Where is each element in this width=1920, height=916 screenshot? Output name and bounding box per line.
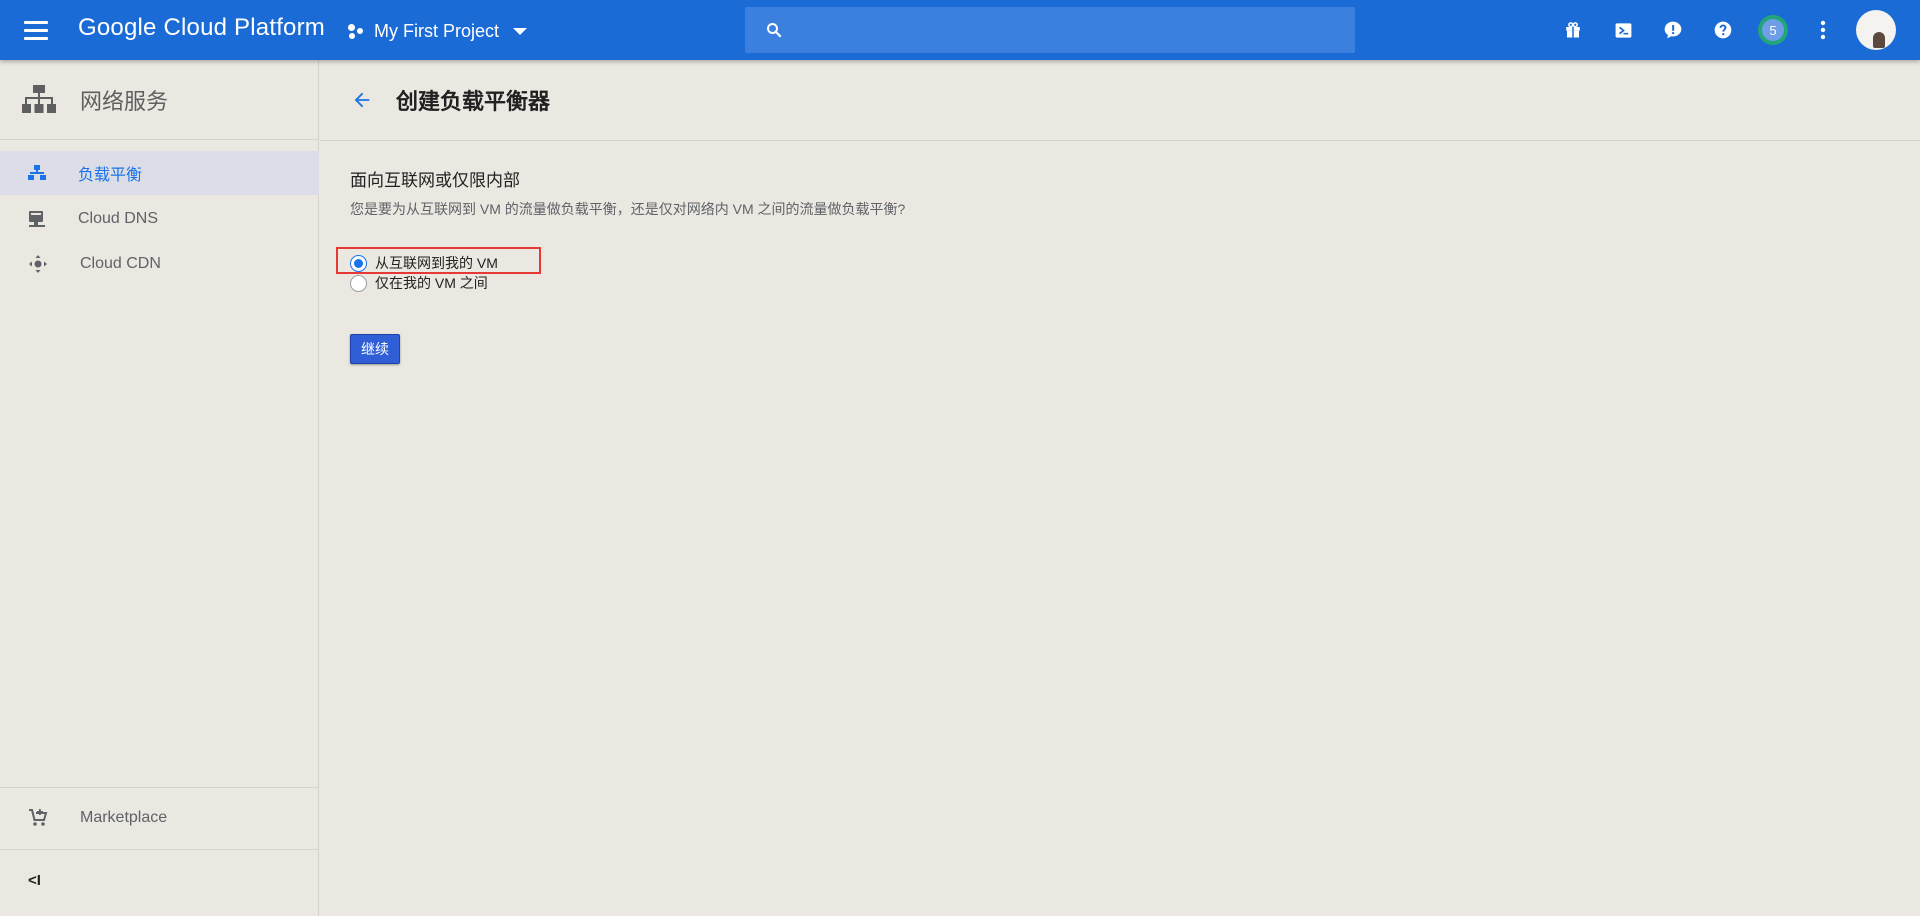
section-heading: 面向互联网或仅限内部 — [350, 171, 520, 190]
sidebar-item-label: Marketplace — [80, 809, 168, 826]
lb-type-section: 面向互联网或仅限内部 您是要为从互联网到 VM 的流量做负载平衡，还是仅对网络内… — [350, 166, 910, 219]
network-services-icon — [22, 84, 56, 113]
radio-label: 从互联网到我的 VM — [375, 255, 498, 271]
feedback-icon[interactable] — [1648, 0, 1698, 60]
notification-count: 5 — [1762, 19, 1784, 41]
search-icon — [767, 23, 782, 38]
radio-button-unchecked[interactable] — [350, 274, 367, 292]
sidebar-item-marketplace[interactable]: Marketplace — [0, 796, 319, 840]
project-name: My First Project — [374, 20, 500, 41]
radio-button-checked[interactable] — [350, 254, 367, 272]
project-icon — [346, 21, 366, 41]
menu-icon[interactable] — [24, 16, 52, 44]
more-vert-icon[interactable] — [1798, 0, 1848, 60]
radio-internet-to-vm[interactable]: 从互联网到我的 VM — [350, 253, 498, 273]
sidebar-item-label: Cloud CDN — [80, 255, 161, 272]
page-header: 创建负载平衡器 — [320, 60, 1920, 141]
top-app-bar: Google Cloud Platform My First Project 5 — [0, 0, 1920, 60]
collapse-sidebar-button[interactable]: <I — [0, 858, 319, 902]
help-icon[interactable] — [1698, 0, 1748, 60]
sidebar-item-cloud-cdn[interactable]: Cloud CDN — [0, 242, 319, 286]
sidebar-item-label: 负载平衡 — [78, 167, 143, 184]
search-input[interactable] — [783, 7, 1355, 53]
load-balancing-icon — [28, 165, 46, 180]
chevron-down-icon — [513, 27, 528, 35]
dns-icon — [29, 211, 45, 227]
sidebar-divider — [0, 787, 319, 788]
notification-badge: 5 — [1758, 15, 1788, 45]
brand-title[interactable]: Google Cloud Platform — [78, 14, 325, 42]
continue-button[interactable]: 继续 — [350, 334, 400, 364]
cloud-shell-icon[interactable] — [1598, 0, 1648, 60]
arrow-back-icon — [354, 92, 370, 108]
notifications-button[interactable]: 5 — [1748, 0, 1798, 60]
search-bar[interactable] — [745, 7, 1355, 53]
sidebar-item-label: Cloud DNS — [78, 210, 159, 227]
gift-icon[interactable] — [1548, 0, 1598, 60]
radio-between-vms[interactable]: 仅在我的 VM 之间 — [350, 273, 488, 293]
page-title: 创建负载平衡器 — [396, 89, 551, 114]
sidebar-divider — [0, 849, 319, 850]
sidebar: 网络服务 负载平衡 Cloud DNS Cloud CDN Marketplac… — [0, 60, 319, 916]
back-button[interactable] — [342, 80, 382, 120]
collapse-icon: <I — [28, 871, 41, 889]
radio-label: 仅在我的 VM 之间 — [375, 275, 488, 291]
cdn-icon — [29, 255, 47, 273]
sidebar-header: 网络服务 — [0, 60, 318, 140]
sidebar-item-cloud-dns[interactable]: Cloud DNS — [0, 197, 319, 241]
sidebar-item-load-balancing[interactable]: 负载平衡 — [0, 151, 319, 195]
section-description: 您是要为从互联网到 VM 的流量做负载平衡，还是仅对网络内 VM 之间的流量做负… — [350, 201, 906, 217]
shopping-cart-icon — [29, 809, 48, 826]
sidebar-title: 网络服务 — [80, 88, 169, 114]
project-selector[interactable]: My First Project — [346, 17, 528, 45]
avatar[interactable] — [1856, 10, 1896, 50]
